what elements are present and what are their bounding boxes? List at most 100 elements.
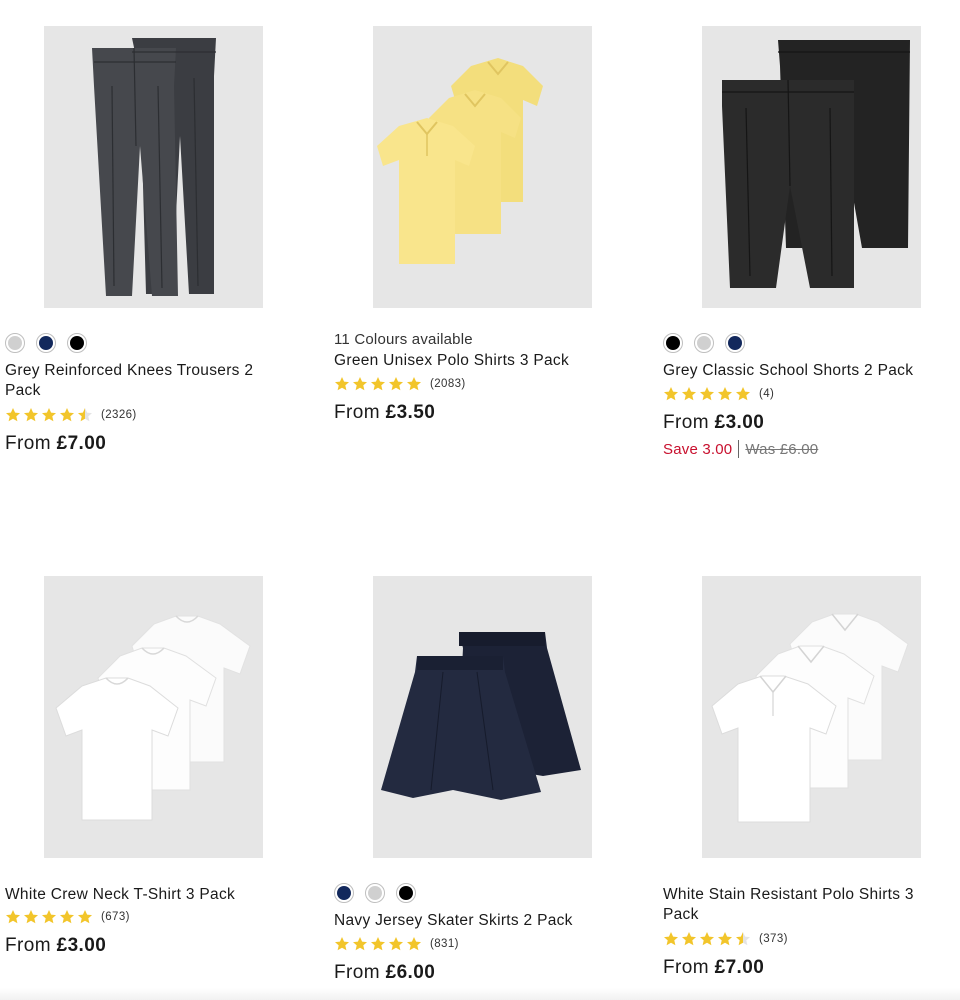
colours-available: 11 Colours available xyxy=(334,331,473,348)
star-icon xyxy=(718,387,732,401)
product-title[interactable]: Grey Classic School Shorts 2 Pack xyxy=(663,361,943,381)
product-image[interactable] xyxy=(44,26,263,308)
star-rating xyxy=(663,386,751,402)
rating: (673) xyxy=(5,908,305,926)
review-count[interactable]: (831) xyxy=(430,938,459,950)
product-image[interactable] xyxy=(44,576,263,858)
product-card: 11 Colours available Green Unisex Polo S… xyxy=(334,26,634,424)
colour-swatches xyxy=(334,883,634,903)
product-title[interactable]: White Crew Neck T-Shirt 3 Pack xyxy=(5,885,275,905)
product-title[interactable]: Green Unisex Polo Shirts 3 Pack xyxy=(334,351,604,371)
star-icon xyxy=(6,910,20,924)
t-shirts-image xyxy=(55,615,251,821)
star-icon xyxy=(335,937,349,951)
star-icon xyxy=(78,408,92,422)
star-icon xyxy=(682,932,696,946)
price-prefix: From xyxy=(663,412,709,433)
shorts-image xyxy=(722,40,910,288)
review-count[interactable]: (373) xyxy=(759,933,788,945)
divider xyxy=(738,440,740,458)
swatch-black[interactable] xyxy=(396,883,416,903)
price: From £3.50 xyxy=(334,402,634,424)
product-image[interactable] xyxy=(702,26,921,308)
star-icon xyxy=(60,408,74,422)
price-prefix: From xyxy=(334,962,380,983)
trousers-image xyxy=(92,38,216,296)
star-icon xyxy=(736,932,750,946)
star-icon xyxy=(371,377,385,391)
star-rating xyxy=(334,376,422,392)
swatch-black[interactable] xyxy=(663,333,683,353)
save-amount: Save 3.00 xyxy=(663,440,733,458)
swatch-grey[interactable] xyxy=(694,333,714,353)
product-title[interactable]: Grey Reinforced Knees Trousers 2 Pack xyxy=(5,361,275,401)
star-rating xyxy=(5,407,93,423)
swatch-navy[interactable] xyxy=(36,333,56,353)
review-count[interactable]: (4) xyxy=(759,388,774,400)
price-value: £6.00 xyxy=(385,962,436,983)
star-icon xyxy=(389,377,403,391)
review-count[interactable]: (2326) xyxy=(101,409,137,421)
price-value: £3.00 xyxy=(714,412,765,433)
star-icon xyxy=(736,387,750,401)
review-count[interactable]: (2083) xyxy=(430,378,466,390)
price: From £3.00 xyxy=(663,412,960,434)
price-prefix: From xyxy=(334,402,380,423)
star-rating xyxy=(663,931,751,947)
swatch-grey[interactable] xyxy=(5,333,25,353)
swatch-grey[interactable] xyxy=(365,883,385,903)
price-prefix: From xyxy=(5,433,51,454)
sale-info: Save 3.00 Was £6.00 xyxy=(663,440,960,458)
price-value: £7.00 xyxy=(714,957,765,978)
skirts-image xyxy=(381,632,581,800)
colour-swatches xyxy=(5,333,305,353)
product-title[interactable]: Navy Jersey Skater Skirts 2 Pack xyxy=(334,911,604,931)
star-icon xyxy=(371,937,385,951)
product-card: Grey Reinforced Knees Trousers 2 Pack (2… xyxy=(5,26,305,455)
price-prefix: From xyxy=(5,935,51,956)
star-icon xyxy=(389,937,403,951)
price: From £6.00 xyxy=(334,962,634,984)
star-icon xyxy=(335,377,349,391)
price: From £7.00 xyxy=(663,957,960,979)
star-icon xyxy=(700,387,714,401)
rating: (2083) xyxy=(334,375,634,393)
product-card: White Stain Resistant Polo Shirts 3 Pack… xyxy=(663,576,960,979)
white-polo-shirts-image xyxy=(711,613,909,823)
price-value: £3.50 xyxy=(385,402,436,423)
product-card: Grey Classic School Shorts 2 Pack (4) Fr… xyxy=(663,26,960,458)
product-image[interactable] xyxy=(702,576,921,858)
star-icon xyxy=(78,910,92,924)
product-image[interactable] xyxy=(373,26,592,308)
swatch-black[interactable] xyxy=(67,333,87,353)
star-icon xyxy=(60,910,74,924)
price-value: £7.00 xyxy=(56,433,107,454)
swatch-navy[interactable] xyxy=(725,333,745,353)
product-card: White Crew Neck T-Shirt 3 Pack (673) Fro… xyxy=(5,576,305,957)
star-rating xyxy=(334,936,422,952)
rating: (831) xyxy=(334,935,634,953)
price: From £3.00 xyxy=(5,935,305,957)
star-rating xyxy=(5,909,93,925)
star-icon xyxy=(24,408,38,422)
price-prefix: From xyxy=(663,957,709,978)
price-value: £3.00 xyxy=(56,935,107,956)
rating: (373) xyxy=(663,930,960,948)
review-count[interactable]: (673) xyxy=(101,911,130,923)
rating: (2326) xyxy=(5,406,305,424)
star-icon xyxy=(682,387,696,401)
swatch-navy[interactable] xyxy=(334,883,354,903)
product-image[interactable] xyxy=(373,576,592,858)
star-icon xyxy=(700,932,714,946)
was-price: Was £6.00 xyxy=(745,440,819,458)
price: From £7.00 xyxy=(5,433,305,455)
star-icon xyxy=(407,377,421,391)
page-bottom-edge xyxy=(0,988,960,1000)
star-icon xyxy=(24,910,38,924)
polo-shirts-image xyxy=(377,58,543,264)
star-icon xyxy=(42,910,56,924)
star-icon xyxy=(353,377,367,391)
colour-swatches xyxy=(663,333,960,353)
product-title[interactable]: White Stain Resistant Polo Shirts 3 Pack xyxy=(663,885,938,925)
star-icon xyxy=(42,408,56,422)
